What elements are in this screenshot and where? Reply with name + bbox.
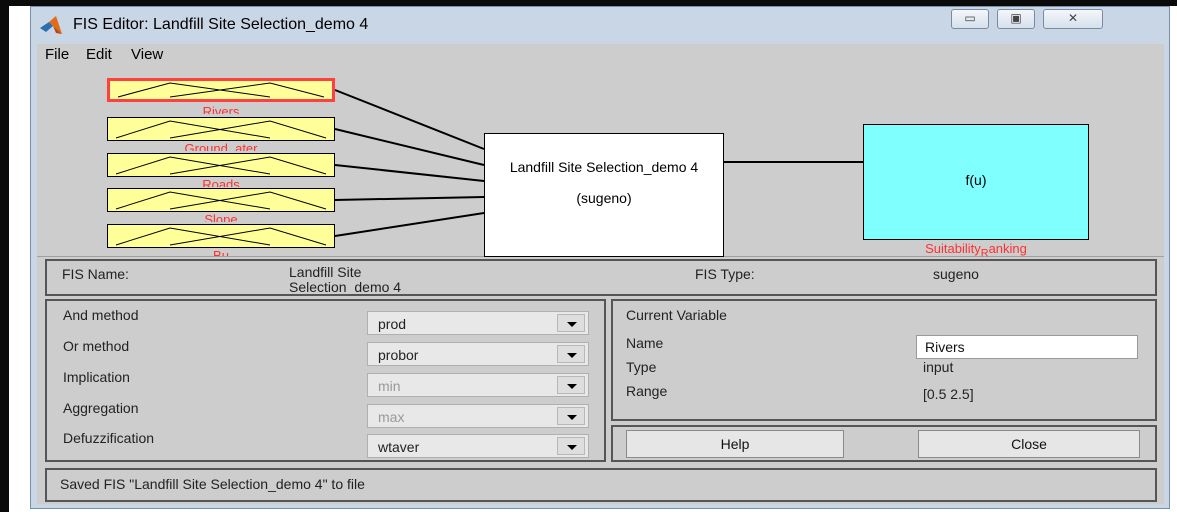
fis-name-value-line1: Landfill Site	[289, 264, 362, 280]
status-bar: Saved FIS "Landfill Site Selection_demo …	[45, 468, 1157, 502]
current-variable-heading: Current Variable	[626, 307, 727, 323]
input-slope[interactable]	[107, 188, 335, 212]
menu-view[interactable]: View	[131, 46, 163, 63]
current-variable-panel: Current Variable Name Rivers Type input …	[611, 299, 1157, 421]
status-message: Saved FIS "Landfill Site Selection_demo …	[60, 476, 365, 492]
input-label-roads: Roads	[202, 177, 240, 187]
or-method-dropdown[interactable]: probor	[367, 342, 589, 366]
variable-type-label: Type	[626, 359, 657, 375]
maximize-button[interactable]: ▣	[997, 9, 1035, 29]
membership-function-icon	[115, 156, 327, 175]
or-method-value: probor	[378, 347, 419, 363]
membership-function-icon	[115, 120, 327, 139]
button-panel: Help Close	[611, 425, 1157, 462]
input-roads[interactable]	[107, 153, 335, 177]
output-label-tail: anking	[988, 241, 1027, 256]
input-label-buildings: Bu	[213, 248, 229, 256]
membership-function-icon	[115, 227, 327, 246]
variable-range-value: [0.5 2.5]	[923, 386, 974, 402]
variable-range-label: Range	[626, 383, 668, 399]
input-buildings[interactable]	[107, 224, 335, 248]
close-icon: ✕	[1067, 11, 1079, 25]
input-label-rivers: Rivers	[202, 104, 240, 114]
implication-value: min	[378, 378, 401, 394]
implication-label: Implication	[63, 369, 130, 385]
output-label-main: Suitability	[925, 241, 981, 256]
membership-function-icon	[117, 82, 325, 98]
output-box[interactable]: f(u)	[863, 124, 1089, 240]
help-button[interactable]: Help	[626, 430, 844, 458]
minimize-button[interactable]: ▭	[951, 9, 989, 29]
window-title: FIS Editor: Landfill Site Selection_demo…	[73, 16, 369, 33]
implication-dropdown[interactable]: min	[367, 373, 589, 397]
and-method-label: And method	[63, 307, 139, 323]
input-label-slope: Slope	[204, 212, 238, 222]
chevron-down-icon	[557, 376, 585, 394]
menu-edit[interactable]: Edit	[86, 46, 112, 63]
chevron-down-icon	[557, 314, 585, 332]
fis-type-label: FIS Type:	[695, 266, 755, 282]
defuzzification-dropdown[interactable]: wtaver	[367, 434, 589, 458]
aggregation-label: Aggregation	[63, 400, 139, 416]
maximize-icon: ▣	[1010, 11, 1022, 25]
and-method-dropdown[interactable]: prod	[367, 311, 589, 335]
chevron-down-icon	[557, 407, 585, 425]
input-rivers[interactable]	[107, 78, 335, 102]
defuzzification-value: wtaver	[378, 439, 420, 455]
minimize-icon: ▭	[964, 11, 976, 25]
title-bar[interactable]: FIS Editor: Landfill Site Selection_demo…	[31, 7, 1169, 43]
chevron-down-icon	[557, 437, 585, 455]
fis-system-box[interactable]: Landfill Site Selection_demo 4 (sugeno)	[484, 133, 724, 257]
fis-name-label: FIS Name:	[62, 266, 129, 282]
fis-info-panel: FIS Name: Landfill Site Selection_demo 4…	[45, 259, 1157, 296]
output-function: f(u)	[965, 172, 987, 188]
variable-name-label: Name	[626, 335, 664, 351]
aggregation-value: max	[378, 409, 405, 425]
variable-name-field[interactable]: Rivers	[916, 335, 1138, 359]
aggregation-dropdown[interactable]: max	[367, 404, 589, 428]
close-window-button[interactable]: ✕	[1043, 9, 1103, 29]
screen-frame-left	[0, 0, 9, 512]
matlab-logo-icon	[40, 16, 62, 34]
defuzzification-label: Defuzzification	[63, 430, 155, 446]
and-method-value: prod	[378, 316, 407, 332]
menu-bar: File Edit View	[37, 44, 1164, 66]
or-method-label: Or method	[63, 338, 130, 354]
input-label-groundwater: Ground_ater	[184, 141, 258, 151]
variable-type-value: input	[923, 359, 954, 375]
output-label-subscript: R	[980, 247, 989, 260]
fis-diagram: Rivers Ground_ater Roads Slope Bu Landfi…	[37, 66, 1164, 260]
fis-type-value: sugeno	[933, 266, 979, 282]
fis-name-value-line2: Selection_demo 4	[289, 279, 402, 293]
close-button[interactable]: Close	[918, 430, 1140, 458]
output-label: SuitabilityRanking	[863, 241, 1089, 260]
menu-file[interactable]: File	[45, 46, 69, 63]
editor-client-area: File Edit View Rivers Ground_ater Roads …	[37, 44, 1164, 504]
system-type: (sugeno)	[576, 190, 632, 206]
system-name: Landfill Site Selection_demo 4	[509, 159, 699, 175]
fis-editor-window: FIS Editor: Landfill Site Selection_demo…	[30, 6, 1170, 509]
input-groundwater[interactable]	[107, 117, 335, 141]
membership-function-icon	[115, 191, 327, 210]
methods-panel: And method prod Or method probor Implica…	[45, 299, 606, 462]
chevron-down-icon	[557, 345, 585, 363]
